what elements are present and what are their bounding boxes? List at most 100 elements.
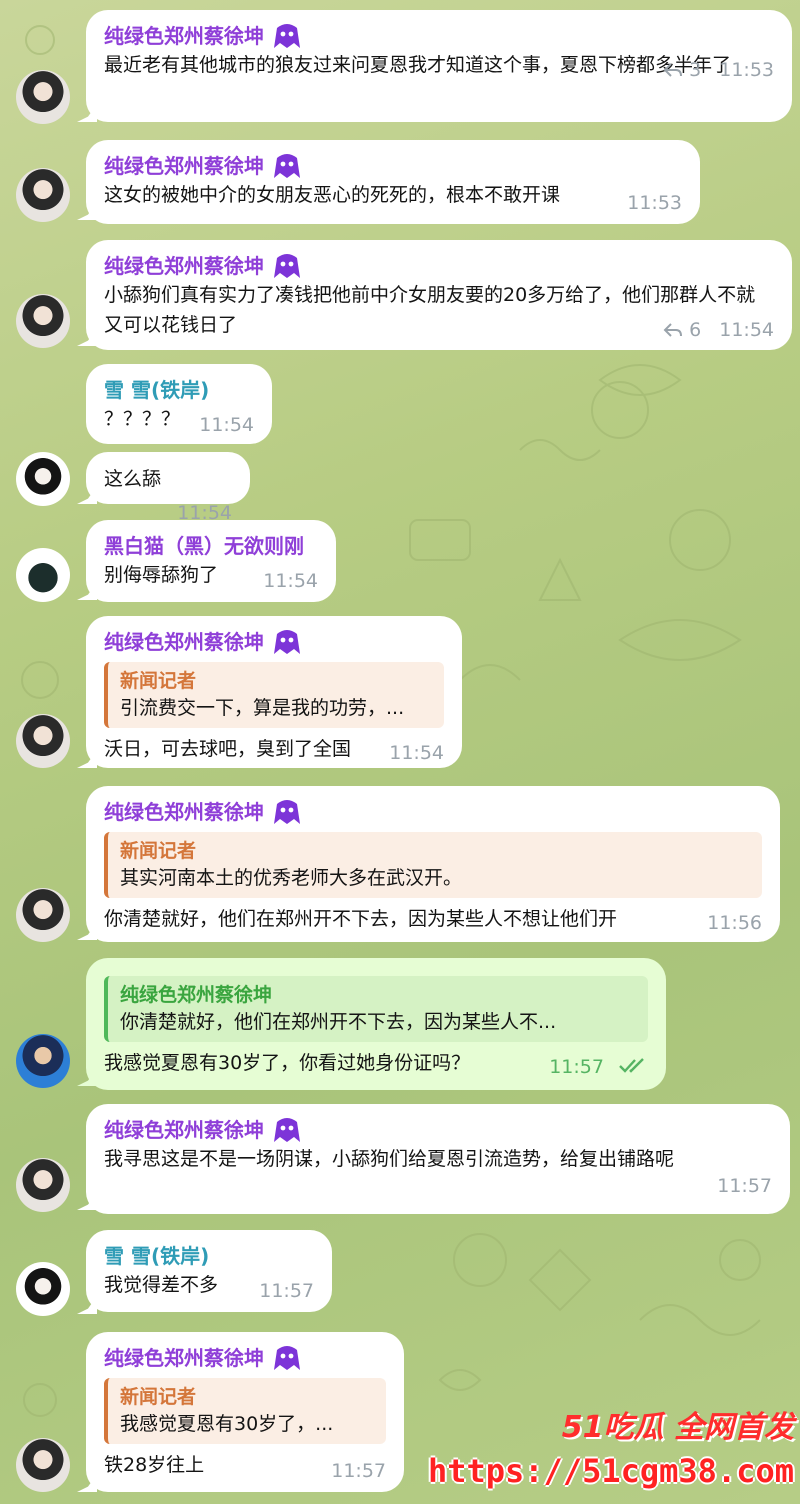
message-time: 11:54: [389, 742, 444, 764]
sender-name[interactable]: 纯绿色郑州蔡徐坤: [104, 628, 444, 656]
message-bubble[interactable]: 纯绿色郑州蔡徐坤 新闻记者 其实河南本土的优秀老师大多在武汉开。 你清楚就好，他…: [86, 786, 780, 942]
reply-arrow-icon[interactable]: [663, 322, 683, 338]
watermark-slogan: 51吃瓜 全网首发: [561, 1410, 794, 1445]
message-body: ？？？？: [104, 408, 181, 430]
message-body: 我感觉夏恩有30岁了，你看过她身份证吗？: [104, 1052, 471, 1074]
purple-ghost-badge-icon: [274, 1346, 300, 1370]
user-avatar[interactable]: [16, 452, 70, 506]
message-text: 别侮辱舔狗了 11:54: [104, 560, 318, 592]
purple-ghost-badge-icon: [274, 154, 300, 178]
message-text: 我寻思这是不是一场阴谋，小舔狗们给夏恩引流造势，给复出铺路呢: [104, 1148, 675, 1170]
message-meta: 11:57: [104, 1174, 772, 1198]
purple-ghost-badge-icon: [274, 800, 300, 824]
sender-name[interactable]: 雪 雪(铁岸): [104, 376, 254, 404]
quoted-text: 其实河南本土的优秀老师大多在武汉开。: [120, 867, 463, 889]
message-text: 我感觉夏恩有30岁了，你看过她身份证吗？ 11:57: [104, 1048, 648, 1078]
user-avatar[interactable]: [16, 1262, 70, 1316]
message-text: 这么舔 11:54: [104, 464, 232, 524]
message-time: 11:57: [717, 1175, 772, 1197]
sender-name[interactable]: 纯绿色郑州蔡徐坤: [104, 252, 774, 280]
user-avatar[interactable]: [16, 888, 70, 942]
message-body: 这么舔: [104, 468, 162, 490]
message-body: 我觉得差不多: [104, 1274, 219, 1296]
quoted-sender: 新闻记者: [120, 840, 197, 862]
purple-ghost-badge-icon: [274, 24, 300, 48]
reply-count[interactable]: 3: [689, 58, 701, 82]
message-text: 你清楚就好，他们在郑州开不下去，因为某些人不想让他们开 11:56: [104, 904, 762, 934]
message-time: 11:57: [259, 1280, 314, 1302]
sender-name[interactable]: 纯绿色郑州蔡徐坤: [104, 1344, 386, 1372]
user-avatar[interactable]: [16, 548, 70, 602]
message-text: 沃日，可去球吧，臭到了全国 11:54: [104, 734, 444, 764]
sender-label: 纯绿色郑州蔡徐坤: [104, 1346, 264, 1370]
message-bubble[interactable]: 纯绿色郑州蔡徐坤 这女的被她中介的女朋友恶心的死死的，根本不敢开课 11:53: [86, 140, 700, 224]
message-status: 11:57: [549, 1052, 648, 1082]
message-text: ？？？？ 11:54: [104, 404, 254, 436]
reply-arrow-icon[interactable]: [663, 62, 683, 78]
message-bubble[interactable]: 纯绿色郑州蔡徐坤 最近老有其他城市的狼友过来问夏恩我才知道这个事，夏恩下榜都多半…: [86, 10, 792, 122]
sender-label: 纯绿色郑州蔡徐坤: [104, 1118, 264, 1142]
purple-ghost-badge-icon: [274, 1118, 300, 1142]
sender-name[interactable]: 雪 雪(铁岸): [104, 1242, 314, 1270]
quoted-text: 我感觉夏恩有30岁了，...: [120, 1413, 334, 1435]
quoted-sender: 新闻记者: [120, 1386, 197, 1408]
quoted-sender: 纯绿色郑州蔡徐坤: [120, 984, 273, 1006]
message-time: 11:53: [719, 59, 774, 81]
user-avatar[interactable]: [16, 714, 70, 768]
quoted-text: 引流费交一下，算是我的功劳，...: [120, 697, 405, 719]
message-bubble[interactable]: 黑白猫（黑）无欲则刚 别侮辱舔狗了 11:54: [86, 520, 336, 602]
message-body: 铁28岁往上: [104, 1454, 205, 1476]
message-text: 铁28岁往上 11:57: [104, 1450, 386, 1482]
message-text: 我觉得差不多 11:57: [104, 1270, 314, 1302]
message-time: 11:54: [263, 570, 318, 592]
sender-label: 黑白猫（黑）无欲则刚: [104, 534, 304, 558]
reply-count[interactable]: 6: [689, 318, 701, 342]
message-time: 11:54: [199, 414, 254, 436]
quoted-reply[interactable]: 新闻记者 我感觉夏恩有30岁了，...: [104, 1378, 386, 1444]
message-bubble[interactable]: 纯绿色郑州蔡徐坤 我寻思这是不是一场阴谋，小舔狗们给夏恩引流造势，给复出铺路呢 …: [86, 1104, 790, 1214]
double-check-icon: [619, 1058, 644, 1073]
quoted-reply[interactable]: 新闻记者 引流费交一下，算是我的功劳，...: [104, 662, 444, 728]
message-time: 11:56: [707, 912, 762, 934]
sender-label: 雪 雪(铁岸): [104, 1244, 210, 1268]
message-bubble[interactable]: 雪 雪(铁岸) ？？？？ 11:54: [86, 364, 272, 444]
sender-name[interactable]: 纯绿色郑州蔡徐坤: [104, 798, 762, 826]
message-time: 11:53: [627, 192, 682, 214]
message-time: 11:54: [719, 319, 774, 341]
quoted-reply[interactable]: 纯绿色郑州蔡徐坤 你清楚就好，他们在郑州开不下去，因为某些人不...: [104, 976, 648, 1042]
sender-label: 纯绿色郑州蔡徐坤: [104, 24, 264, 48]
sender-label: 纯绿色郑州蔡徐坤: [104, 800, 264, 824]
sender-label: 纯绿色郑州蔡徐坤: [104, 154, 264, 178]
user-avatar[interactable]: [16, 168, 70, 222]
message-time: 11:57: [331, 1460, 386, 1482]
site-watermark: 51吃瓜 全网首发 https://51cgm38.com: [428, 1402, 794, 1502]
watermark-url: https://51cgm38.com: [427, 1452, 794, 1490]
purple-ghost-badge-icon: [274, 630, 300, 654]
quoted-sender: 新闻记者: [120, 670, 197, 692]
sender-label: 纯绿色郑州蔡徐坤: [104, 630, 264, 654]
user-avatar[interactable]: [16, 70, 70, 124]
message-body: 这女的被她中介的女朋友恶心的死死的，根本不敢开课: [104, 184, 561, 206]
message-bubble[interactable]: 纯绿色郑州蔡徐坤 新闻记者 我感觉夏恩有30岁了，... 铁28岁往上 11:5…: [86, 1332, 404, 1492]
user-avatar[interactable]: [16, 294, 70, 348]
message-time: 11:57: [549, 1056, 604, 1078]
message-bubble[interactable]: 纯绿色郑州蔡徐坤 小舔狗们真有实力了凑钱把他前中介女朋友要的20多万给了，他们那…: [86, 240, 792, 350]
sender-label: 纯绿色郑州蔡徐坤: [104, 254, 264, 278]
message-body: 沃日，可去球吧，臭到了全国: [104, 738, 352, 760]
quoted-reply[interactable]: 新闻记者 其实河南本土的优秀老师大多在武汉开。: [104, 832, 762, 898]
user-avatar[interactable]: [16, 1438, 70, 1492]
sender-name[interactable]: 纯绿色郑州蔡徐坤: [104, 22, 774, 50]
sender-name[interactable]: 纯绿色郑州蔡徐坤: [104, 152, 682, 180]
user-avatar[interactable]: [16, 1034, 70, 1088]
sender-name[interactable]: 黑白猫（黑）无欲则刚: [104, 532, 318, 560]
message-bubble[interactable]: 纯绿色郑州蔡徐坤 新闻记者 引流费交一下，算是我的功劳，... 沃日，可去球吧，…: [86, 616, 462, 768]
message-bubble[interactable]: 这么舔 11:54: [86, 452, 250, 524]
user-avatar[interactable]: [16, 1158, 70, 1212]
message-body: 你清楚就好，他们在郑州开不下去，因为某些人不想让他们开: [104, 908, 618, 930]
quoted-text: 你清楚就好，他们在郑州开不下去，因为某些人不...: [120, 1011, 557, 1033]
sender-label: 雪 雪(铁岸): [104, 378, 210, 402]
sender-name[interactable]: 纯绿色郑州蔡徐坤: [104, 1116, 772, 1144]
message-bubble[interactable]: 雪 雪(铁岸) 我觉得差不多 11:57: [86, 1230, 332, 1312]
message-bubble[interactable]: 纯绿色郑州蔡徐坤 你清楚就好，他们在郑州开不下去，因为某些人不... 我感觉夏恩…: [86, 958, 666, 1090]
message-body: 别侮辱舔狗了: [104, 564, 219, 586]
